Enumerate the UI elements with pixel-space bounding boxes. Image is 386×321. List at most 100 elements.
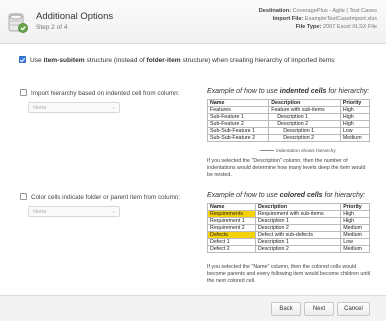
wizard-footer: Back Next Cancel (0, 295, 386, 321)
step-indicator: Step 2 of 4 (36, 24, 68, 31)
cell-priority: High (339, 106, 371, 114)
color-example-table: Name Description Priority Requirements R… (207, 203, 370, 253)
cell-description: Description 2 (268, 134, 341, 142)
cell-name-highlighted: Defects (207, 231, 256, 239)
cell-description: Description 1 (268, 113, 341, 121)
indent-column-select-value: None (33, 105, 47, 111)
column-header-name: Name (207, 203, 256, 211)
color-example-bold: colored cells (279, 192, 323, 199)
color-hierarchy-option[interactable]: Color cells indicate folder or parent it… (20, 193, 181, 201)
cell-description: Requirement with sub-items (254, 210, 342, 218)
import-file-value: ExampleTestCaseImport.xlsx (304, 16, 377, 22)
cell-name: Requirement 1 (207, 217, 256, 225)
cell-name: Sub-Sub-Feature 1 (206, 127, 270, 135)
indent-column-select[interactable]: None ⌵ (28, 102, 120, 113)
destination-label: Destination: (258, 8, 292, 14)
import-file-label: Import File: (272, 16, 304, 22)
indent-example-prefix: Example of how to use (207, 88, 280, 95)
color-example-title: Example of how to use colored cells for … (207, 192, 365, 199)
indent-example-bold: indented cells (279, 88, 327, 95)
cancel-button[interactable]: Cancel (337, 302, 370, 316)
table-row: Sub-Feature 1 Description 1 High (206, 113, 371, 121)
cell-priority: Medium (340, 231, 370, 239)
indent-example-suffix: for hierarchy: (326, 88, 370, 95)
column-header-name: Name (206, 99, 270, 107)
color-example-prefix: Example of how to use (207, 192, 280, 199)
table-row: Defects Defect with sub-defects Medium (207, 231, 370, 239)
option-text-end: structure) when creating hierarchy of im… (180, 57, 335, 64)
table-row: Defect 1 Description 1 Low (207, 238, 370, 246)
database-wizard-icon (8, 13, 28, 33)
table-row: Sub-Sub-Feature 2 Description 2 Medium (206, 134, 371, 142)
file-type-value: 2007 Excel XLSX File (322, 24, 377, 30)
options-panel: Use item-subitem structure (instead of f… (0, 45, 386, 295)
indent-note: If you selected the "Description" column… (207, 158, 366, 178)
table-header-row: Name Description Priority (206, 99, 371, 107)
cell-priority: Low (339, 127, 371, 135)
wizard-header: Additional Options Step 2 of 4 Destinati… (0, 0, 386, 44)
color-example-suffix: for hierarchy: (322, 192, 366, 199)
cell-name: Requirement 2 (207, 224, 256, 232)
cell-description: Description 1 (268, 127, 341, 135)
destination-value: CoveragePlus - Agile | Test Cases (292, 8, 377, 14)
cell-priority: Low (340, 238, 370, 246)
cell-name: Sub-Feature 1 (206, 113, 270, 121)
next-button[interactable]: Next (304, 302, 334, 316)
column-header-priority: Priority (339, 99, 371, 107)
cell-description: Defect with sub-defects (254, 231, 342, 239)
indent-caption-text: Indentation shows hierarchy (276, 149, 336, 154)
table-row: Features Feature with sub-items High (206, 106, 371, 114)
color-note: If you selected the "Name" column, then … (207, 264, 371, 284)
indent-example-title: Example of how to use indented cells for… (207, 88, 369, 95)
cell-description: Description 2 (268, 120, 341, 128)
item-subitem-option[interactable]: Use item-subitem structure (instead of f… (19, 55, 335, 64)
table-row: Sub-Sub-Feature 1 Description 1 Low (206, 127, 371, 135)
cell-priority: High (339, 113, 371, 121)
file-type-label: File Type: (295, 24, 322, 30)
option-text-folder-item: folder-item (146, 57, 181, 64)
cell-name-highlighted: Requirements (207, 210, 256, 218)
column-header-priority: Priority (340, 203, 370, 211)
cell-name: Defect 1 (207, 238, 256, 246)
cell-priority: High (340, 217, 370, 225)
column-header-description: Description (268, 99, 341, 107)
option-text-mid: structure (instead of (84, 57, 147, 64)
indent-hierarchy-label: Import hierarchy based on indented cell … (31, 90, 180, 97)
arrow-up-icon (260, 150, 274, 152)
color-column-select-value: None (33, 209, 47, 215)
option-text-use: Use (30, 57, 44, 64)
indent-hierarchy-checkbox[interactable] (20, 89, 27, 97)
item-subitem-checkbox[interactable] (19, 55, 26, 63)
color-column-select[interactable]: None ⌵ (28, 206, 120, 217)
cell-description: Feature with sub-items (268, 106, 341, 114)
chevron-down-icon: ⌵ (111, 209, 115, 215)
indent-example-table: Name Description Priority Features Featu… (206, 99, 371, 142)
color-hierarchy-checkbox[interactable] (20, 193, 27, 201)
table-header-row: Name Description Priority (207, 203, 370, 211)
import-meta: Destination: CoveragePlus - Agile | Test… (259, 7, 377, 31)
back-button[interactable]: Back (271, 302, 301, 316)
color-hierarchy-label: Color cells indicate folder or parent it… (31, 194, 181, 201)
indent-caption: Indentation shows hierarchy (260, 149, 336, 154)
column-header-description: Description (254, 203, 342, 211)
cell-priority: Medium (340, 245, 370, 253)
cell-description: Description 1 (254, 217, 342, 225)
option-text-item-subitem: item-subitem (43, 57, 85, 64)
cell-priority: Medium (339, 134, 371, 142)
table-row: Requirements Requirement with sub-items … (207, 210, 370, 218)
table-row: Defect 2 Description 2 Medium (207, 245, 370, 253)
cell-description: Description 1 (254, 238, 342, 246)
table-row: Requirement 2 Description 2 Medium (207, 224, 370, 232)
cell-name: Features (206, 106, 270, 114)
cell-description: Description 2 (254, 245, 342, 253)
table-row: Sub-Feature 2 Description 2 High (206, 120, 371, 128)
cell-description: Description 2 (254, 224, 342, 232)
cell-name: Defect 2 (207, 245, 256, 253)
cell-name: Sub-Sub-Feature 2 (206, 134, 270, 142)
indent-hierarchy-option[interactable]: Import hierarchy based on indented cell … (20, 89, 180, 97)
cell-priority: Medium (340, 224, 370, 232)
cell-priority: High (340, 210, 370, 218)
cell-name: Sub-Feature 2 (206, 120, 270, 128)
table-row: Requirement 1 Description 1 High (207, 217, 370, 225)
page-title: Additional Options (36, 11, 114, 22)
